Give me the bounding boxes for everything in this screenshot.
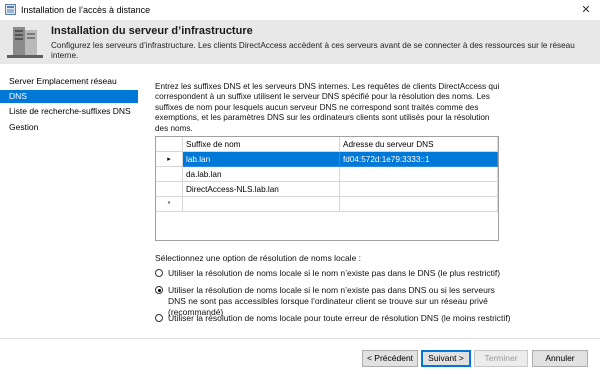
radio-option-most-restrictive[interactable]: Utiliser la résolution de noms locale si… [155, 268, 515, 280]
table-row[interactable]: ▸ lab.lan fd04:572d:1e79:3333::1 [156, 152, 498, 167]
sidebar-item-label: Gestion [9, 122, 39, 132]
resolution-prompt: Sélectionnez une option de résolution de… [155, 253, 362, 263]
next-button[interactable]: Suivant > [421, 350, 471, 367]
table-header: Suffixe de nom Adresse du serveur DNS [156, 137, 498, 152]
title-bar: Installation de l’accès à distance ✕ [0, 0, 600, 21]
table-row[interactable]: DirectAccess-NLS.lab.lan [156, 182, 498, 197]
sidebar-item-label: Server Emplacement réseau [9, 76, 117, 86]
radio-option-least-restrictive[interactable]: Utiliser la résolution de noms locale po… [155, 313, 515, 325]
row-header-cell [156, 137, 183, 152]
radio-button-icon[interactable] [155, 286, 163, 294]
intro-text: Entrez les suffixes DNS et les serveurs … [155, 82, 500, 133]
app-icon [5, 4, 16, 15]
dns-server-cell[interactable]: fd04:572d:1e79:3333::1 [340, 152, 498, 167]
window-title: Installation de l’accès à distance [21, 5, 151, 15]
sidebar-item-label: Liste de recherche-suffixes DNS [9, 106, 131, 116]
radio-option-recommended[interactable]: Utiliser la résolution de noms locale si… [155, 285, 515, 317]
previous-button[interactable]: < Précédent [362, 350, 418, 367]
sidebar-item-management[interactable]: Gestion [0, 121, 138, 134]
dns-server-cell[interactable] [340, 167, 498, 182]
dns-server-cell[interactable] [340, 197, 498, 212]
radio-label: Utiliser la résolution de noms locale si… [168, 268, 501, 278]
server-icon [7, 27, 43, 58]
cancel-button[interactable]: Annuler [532, 350, 588, 367]
column-header-dns-server[interactable]: Adresse du serveur DNS [340, 137, 498, 152]
suffix-cell[interactable] [183, 197, 340, 212]
dns-table[interactable]: Suffixe de nom Adresse du serveur DNS ▸ … [155, 136, 499, 241]
dns-server-cell[interactable] [340, 182, 498, 197]
row-marker-icon [156, 182, 183, 197]
new-row-marker-icon: * [156, 197, 183, 212]
row-marker-icon: ▸ [156, 152, 183, 167]
row-marker-icon [156, 167, 183, 182]
sidebar-item-label: DNS [9, 91, 27, 101]
table-row[interactable]: da.lab.lan [156, 167, 498, 182]
footer-divider [0, 338, 600, 339]
close-icon[interactable]: ✕ [572, 0, 600, 20]
wizard-header: Installation du serveur d’infrastructure… [0, 20, 600, 64]
radio-button-icon[interactable] [155, 314, 163, 322]
page-title: Installation du serveur d’infrastructure [51, 25, 253, 37]
suffix-cell[interactable]: lab.lan [183, 152, 340, 167]
sidebar-item-network-location-server[interactable]: Server Emplacement réseau [0, 75, 138, 88]
sidebar-item-dns[interactable]: DNS [0, 90, 138, 103]
radio-button-icon[interactable] [155, 269, 163, 277]
suffix-cell[interactable]: da.lab.lan [183, 167, 340, 182]
sidebar-item-dns-suffix-search-list[interactable]: Liste de recherche-suffixes DNS [0, 105, 138, 118]
finish-button[interactable]: Terminer [474, 350, 528, 367]
radio-label: Utiliser la résolution de noms locale po… [168, 313, 511, 323]
page-description: Configurez les serveurs d’infrastructure… [51, 41, 575, 60]
suffix-cell[interactable]: DirectAccess-NLS.lab.lan [183, 182, 340, 197]
column-header-suffix[interactable]: Suffixe de nom [183, 137, 340, 152]
table-row-new[interactable]: * [156, 197, 498, 212]
